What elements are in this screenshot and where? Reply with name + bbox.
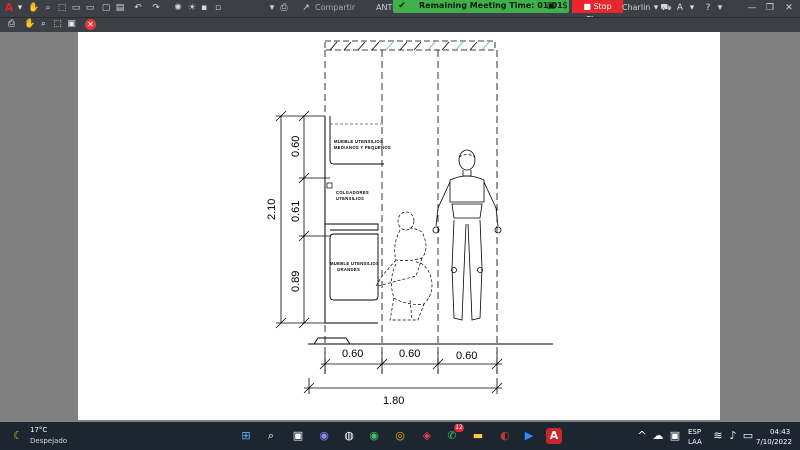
floor-line bbox=[308, 337, 553, 345]
window-icon[interactable]: ▭ bbox=[84, 2, 96, 14]
standing-person-figure bbox=[432, 149, 502, 321]
hooks-label-1: COLGADORES bbox=[336, 190, 369, 195]
undo-icon[interactable]: ↶ bbox=[132, 2, 144, 14]
chevron-down-icon[interactable]: ▾ bbox=[14, 2, 26, 14]
user-name[interactable]: Charlin bbox=[622, 3, 650, 12]
print-icon[interactable]: ⎙ bbox=[278, 2, 290, 14]
security-icon: ▣ bbox=[546, 1, 556, 11]
countertop bbox=[325, 223, 379, 231]
chevron-down-icon[interactable]: ▾ bbox=[266, 2, 278, 14]
weather-temperature[interactable]: 17°C bbox=[30, 426, 47, 434]
language-indicator[interactable]: ESP bbox=[688, 428, 701, 436]
autocad-taskbar-icon[interactable]: A bbox=[546, 428, 562, 444]
chevron-up-icon[interactable]: ^ bbox=[634, 428, 650, 444]
share-label[interactable]: Compartir bbox=[315, 3, 355, 12]
minimize-icon[interactable]: — bbox=[746, 2, 758, 14]
paper-sheet: MUEBLE UTENSILIOS MEDIANOS Y PEQUEÑOS CO… bbox=[78, 32, 720, 420]
chrome-icon[interactable]: ◎ bbox=[392, 428, 408, 444]
whatsapp-badge: 12 bbox=[454, 424, 464, 432]
lower-cabinet-label-2: GRANDES bbox=[337, 267, 360, 272]
hanging-rail bbox=[326, 182, 333, 189]
dim-low-height: 0.89 bbox=[290, 271, 302, 292]
chevron-down-icon[interactable]: ▾ bbox=[714, 2, 726, 14]
restore-icon[interactable]: ❐ bbox=[764, 2, 776, 14]
dim-width-3: 0.60 bbox=[456, 350, 477, 362]
dim-width-1: 0.60 bbox=[342, 348, 363, 360]
close-icon[interactable]: ✕ bbox=[783, 2, 795, 14]
crouching-person-figure bbox=[375, 211, 433, 321]
chevron-down-icon[interactable]: ▾ bbox=[686, 2, 698, 14]
upper-cabinet-label-2: MEDIANOS Y PEQUEÑOS bbox=[334, 145, 391, 150]
redo-icon[interactable]: ↷ bbox=[150, 2, 162, 14]
hooks-label-2: UTENSILIOS bbox=[336, 196, 364, 201]
share-icon[interactable]: ↗ bbox=[300, 2, 312, 14]
open-icon[interactable]: ▤ bbox=[114, 2, 126, 14]
dim-mid-height: 0.61 bbox=[290, 201, 302, 222]
file-explorer-icon[interactable]: ▬ bbox=[470, 428, 486, 444]
meeting-time-remaining: Remaining Meeting Time: 01:01 bbox=[419, 1, 563, 10]
dim-total-width: 1.80 bbox=[383, 395, 404, 407]
weather-description[interactable]: Despejado bbox=[30, 437, 67, 445]
window-icon[interactable]: ▭ bbox=[70, 2, 82, 14]
shield-icon: ✔ bbox=[398, 1, 406, 11]
app-icon[interactable]: ◐ bbox=[497, 428, 513, 444]
ceiling-hatch bbox=[324, 40, 496, 51]
title-bar: A ▾ ✋ ⌕ ⬚ ▭ ▭ ▢ ▤ ↶ ↷ ✺ ☀ ▪ ▫ ▾ ⎙ ↗ Comp… bbox=[0, 0, 800, 24]
new-icon[interactable]: ▢ bbox=[100, 2, 112, 14]
stop-icon: ■ bbox=[583, 2, 591, 11]
upper-cabinet-label-1: MUEBLE UTENSILIOS bbox=[334, 139, 383, 144]
task-view-icon[interactable]: ▣ bbox=[290, 428, 306, 444]
layer-icon[interactable]: ▪ bbox=[198, 2, 210, 14]
keyboard-layout[interactable]: LAA bbox=[688, 438, 702, 446]
light-icon[interactable]: ✺ bbox=[172, 2, 184, 14]
zoom-extents-icon[interactable]: ▣ bbox=[66, 19, 77, 30]
help-icon[interactable]: ? bbox=[702, 2, 714, 14]
drawing-viewport[interactable]: MUEBLE UTENSILIOS MEDIANOS Y PEQUEÑOS CO… bbox=[0, 32, 800, 422]
start-icon[interactable]: ⊞ bbox=[238, 428, 254, 444]
zoom-icon[interactable]: ⌕ bbox=[38, 19, 49, 30]
zoom-window-icon[interactable]: ⬚ bbox=[52, 19, 63, 30]
clock-time[interactable]: 04:43 bbox=[770, 428, 790, 436]
close-preview-icon[interactable]: ✕ bbox=[85, 19, 96, 30]
dim-width-2: 0.60 bbox=[399, 348, 420, 360]
kitchen-elevation-drawing: MUEBLE UTENSILIOS MEDIANOS Y PEQUEÑOS CO… bbox=[266, 40, 553, 407]
pan-icon[interactable]: ✋ bbox=[24, 19, 35, 30]
layer-state-icon[interactable]: ▫ bbox=[212, 2, 224, 14]
meeting-timer-bar: ✔ Remaining Meeting Time: 01:01 ▣ $ bbox=[393, 0, 569, 13]
zoom-meeting-icon[interactable]: ▶ bbox=[521, 428, 537, 444]
zone-guide-lines bbox=[324, 50, 498, 374]
clock-date[interactable]: 7/10/2022 bbox=[756, 438, 792, 446]
dim-top-height: 0.60 bbox=[290, 136, 302, 157]
wifi-icon[interactable]: ≋ bbox=[710, 428, 726, 444]
weather-moon-icon[interactable]: ☾ bbox=[10, 428, 26, 444]
windows-taskbar: ☾ 17°C Despejado ⊞ ⌕ ▣ ◉ ◍ ◉ ◎ ◈ ✆ 12 ▬ … bbox=[0, 422, 800, 450]
print-icon[interactable]: ⎙ bbox=[6, 19, 17, 30]
dim-total-height: 2.10 bbox=[266, 199, 278, 220]
search-icon[interactable]: ⌕ bbox=[263, 428, 279, 444]
app-icon[interactable]: ▣ bbox=[667, 428, 683, 444]
vertical-dimensions bbox=[275, 110, 330, 329]
cart-icon[interactable]: ⛟ bbox=[660, 2, 672, 14]
select-icon[interactable]: ⬚ bbox=[56, 2, 68, 14]
battery-icon[interactable]: ▭ bbox=[740, 428, 756, 444]
autodesk-icon[interactable]: A bbox=[674, 2, 686, 14]
zoom-icon[interactable]: ⌕ bbox=[42, 2, 54, 14]
cloud-icon[interactable]: ☁ bbox=[650, 428, 666, 444]
bulb-icon[interactable]: ☀ bbox=[186, 2, 198, 14]
hand-icon[interactable]: ✋ bbox=[28, 2, 40, 14]
stop-share-button[interactable]: ■ Stop Share bbox=[572, 0, 623, 24]
info-icon: $ bbox=[562, 1, 568, 11]
video-chat-icon[interactable]: ◉ bbox=[316, 428, 332, 444]
lower-cabinet-label-1: MUEBLE UTENSILIOS bbox=[330, 261, 379, 266]
app-icon[interactable]: ◍ bbox=[341, 428, 357, 444]
maps-icon[interactable]: ◉ bbox=[366, 428, 382, 444]
app-red-icon[interactable]: ◈ bbox=[419, 428, 435, 444]
preview-toolbar: ⎙ ✋ ⌕ ⬚ ▣ ✕ bbox=[0, 17, 800, 32]
volume-icon[interactable]: ♪ bbox=[725, 428, 741, 444]
